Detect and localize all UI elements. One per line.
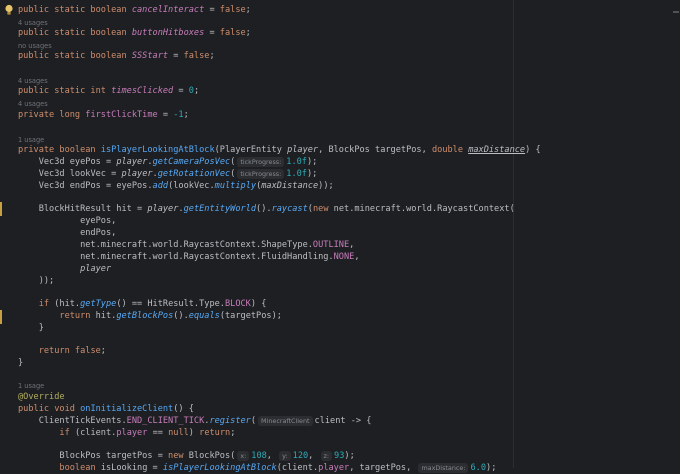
code-line[interactable]: public static boolean buttonHitboxes = f… <box>18 27 251 39</box>
code-line[interactable]: private long firstClickTime = -1; <box>18 109 189 121</box>
type-hint: MinecraftClient <box>258 416 313 426</box>
lightbulb-icon[interactable] <box>4 4 14 16</box>
code-line[interactable]: BlockHitResult hit = player.getEntityWor… <box>18 203 515 215</box>
code-line[interactable]: return false; <box>18 345 106 357</box>
change-marker <box>0 202 2 216</box>
code-line[interactable]: if (hit.getType() == HitResult.Type.BLOC… <box>18 298 267 310</box>
param-hint: y: <box>279 451 291 461</box>
usage-hint[interactable]: 1 usage <box>18 381 44 391</box>
code-line[interactable]: Vec3d lookVec = player.getRotationVec(ti… <box>18 168 317 180</box>
code-line[interactable]: boolean isLooking = isPlayerLookingAtBlo… <box>18 462 496 474</box>
code-line[interactable]: public static boolean SSStart = false; <box>18 50 215 62</box>
inspection-indicator-icon[interactable] <box>672 8 680 16</box>
param-hint: tickProgress: <box>237 169 285 179</box>
code-line[interactable]: endPos, <box>18 227 116 239</box>
usage-hint[interactable]: 4 usages <box>18 99 48 109</box>
code-line[interactable]: BlockPos targetPos = new BlockPos(x: 108,… <box>18 450 355 462</box>
method-signature[interactable]: public void onInitializeClient() { <box>18 403 194 415</box>
param-hint: x: <box>237 451 250 461</box>
code-editor[interactable]: public static boolean cancelInteract = f… <box>0 0 680 473</box>
code-line[interactable]: } <box>18 322 44 334</box>
code-line[interactable]: } <box>18 357 23 369</box>
code-line[interactable]: public static boolean cancelInteract = f… <box>18 4 251 16</box>
change-marker <box>0 310 2 324</box>
method-signature[interactable]: private boolean isPlayerLookingAtBlock(P… <box>18 144 541 156</box>
code-line[interactable]: )); <box>18 275 55 287</box>
code-line[interactable]: net.minecraft.world.RaycastContext.Shape… <box>18 239 354 251</box>
code-line[interactable]: net.minecraft.world.RaycastContext.Fluid… <box>18 251 359 263</box>
param-hint: tickProgress: <box>237 157 285 167</box>
code-line[interactable]: player <box>18 263 111 275</box>
code-line[interactable]: eyePos, <box>18 215 116 227</box>
right-margin-guide <box>513 0 514 468</box>
code-line[interactable]: if (client.player == null) return; <box>18 427 235 439</box>
code-line[interactable]: Vec3d eyePos = player.getCameraPosVec(ti… <box>18 156 317 168</box>
param-hint: z: <box>320 451 333 461</box>
param-hint: maxDistance: <box>418 463 469 473</box>
code-line[interactable]: Vec3d endPos = eyePos.add(lookVec.multip… <box>18 180 334 192</box>
code-line[interactable]: return hit.getBlockPos().equals(targetPo… <box>18 310 282 322</box>
code-line[interactable]: ClientTickEvents.END_CLIENT_TICK.registe… <box>18 415 371 427</box>
code-line[interactable]: @Override <box>18 391 65 403</box>
code-line[interactable]: public static int timesClicked = 0; <box>18 85 199 97</box>
